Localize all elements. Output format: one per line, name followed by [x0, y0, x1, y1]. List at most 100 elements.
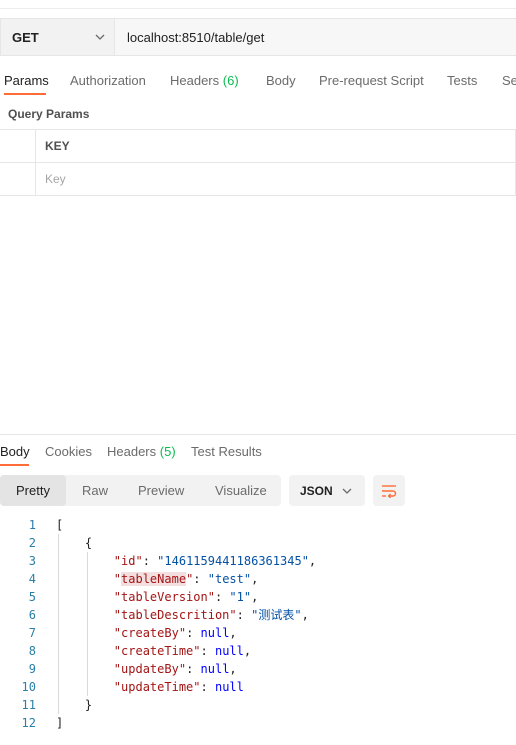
row-checkbox[interactable]: [0, 163, 36, 195]
method-label: GET: [12, 29, 39, 45]
code-text: "tableDescrition": "测试表",: [113, 608, 309, 622]
line-number: 5: [28, 590, 36, 604]
code-text: "createBy": null,: [113, 626, 237, 640]
tab-headers[interactable]: Headers (6): [170, 73, 239, 88]
headers-count: (6): [222, 73, 239, 88]
line-number: 9: [28, 662, 36, 676]
json-key: tableVersion: [121, 590, 208, 604]
param-key-input[interactable]: Key: [36, 163, 516, 195]
line-number: 10: [21, 680, 36, 694]
code-text: "tableName": "test",: [113, 572, 259, 586]
code-text: "tableVersion": "1",: [113, 590, 259, 604]
code-line: 7 "createBy": null,: [0, 624, 516, 642]
view-preview[interactable]: Preview: [138, 475, 184, 506]
tab-params[interactable]: Params: [4, 73, 49, 88]
json-value: null: [214, 680, 244, 694]
json-key: createBy: [121, 626, 179, 640]
tab-body[interactable]: Body: [266, 73, 296, 88]
response-tab-headers[interactable]: Headers (5): [107, 444, 176, 459]
params-table: KEY Key: [0, 129, 516, 196]
response-tab-headers-label: Headers: [107, 444, 157, 459]
response-toolbar: Pretty Raw Preview Visualize JSON: [0, 475, 516, 507]
response-tab-body[interactable]: Body: [0, 444, 30, 459]
line-number: 7: [28, 626, 36, 640]
chevron-down-icon: [95, 34, 105, 40]
chevron-down-icon: [342, 488, 352, 494]
json-key: id: [121, 554, 136, 568]
json-value: null: [214, 644, 244, 658]
view-raw[interactable]: Raw: [82, 475, 108, 506]
code-text: "id": "1461159441186361345",: [113, 554, 317, 568]
column-header-key: KEY: [36, 130, 516, 162]
line-number: 12: [21, 716, 36, 730]
json-value: 1: [236, 590, 244, 604]
code-line: 6 "tableDescrition": "测试表",: [0, 606, 516, 624]
code-text: "updateBy": null,: [113, 662, 237, 676]
line-number: 4: [28, 572, 36, 586]
line-number: 1: [28, 518, 36, 532]
line-number: 8: [28, 644, 36, 658]
code-line: 1 [: [0, 516, 516, 534]
code-text: {: [56, 534, 92, 552]
request-tabs: Params Authorization Headers (6) Body Pr…: [0, 66, 516, 96]
json-value: null: [200, 626, 230, 640]
code-line: 4 "tableName": "test",: [0, 570, 516, 588]
view-pretty[interactable]: Pretty: [0, 475, 66, 506]
active-response-tab-indicator: [0, 464, 29, 466]
code-text: }: [56, 696, 92, 714]
params-row: Key: [0, 163, 516, 196]
tab-pre-request-script[interactable]: Pre-request Script: [319, 73, 424, 88]
view-visualize[interactable]: Visualize: [215, 475, 267, 506]
code-line: 2 {: [0, 534, 516, 552]
close-brace: }: [84, 698, 93, 712]
format-label: JSON: [300, 483, 333, 498]
code-text: ]: [56, 716, 64, 730]
json-value: null: [200, 662, 230, 676]
tab-tests[interactable]: Tests: [447, 73, 477, 88]
line-number: 6: [28, 608, 36, 622]
url-input[interactable]: localhost:8510/table/get: [114, 18, 516, 56]
json-key: tableName: [121, 572, 187, 586]
json-value: 1461159441186361345: [164, 554, 302, 568]
code-line: 9 "updateBy": null,: [0, 660, 516, 678]
code-text: "createTime": null,: [113, 644, 252, 658]
code-text: [: [56, 518, 64, 532]
response-tab-test-results[interactable]: Test Results: [191, 444, 262, 459]
code-line: 3 "id": "1461159441186361345",: [0, 552, 516, 570]
line-number: 11: [21, 698, 36, 712]
json-value: test: [214, 572, 244, 586]
view-mode-switch: Pretty Raw Preview Visualize: [0, 475, 281, 506]
active-tab-indicator: [4, 93, 46, 95]
request-url-bar: GET localhost:8510/table/get: [0, 18, 516, 56]
response-tab-cookies[interactable]: Cookies: [45, 444, 92, 459]
response-divider[interactable]: [0, 434, 516, 435]
top-divider: [0, 8, 516, 9]
wrap-lines-button[interactable]: [373, 475, 405, 506]
json-key: tableDescrition: [121, 608, 230, 622]
params-header-row: KEY: [0, 130, 516, 163]
code-text: "updateTime": null: [113, 680, 244, 694]
query-params-title: Query Params: [8, 107, 90, 121]
format-select[interactable]: JSON: [289, 475, 365, 506]
json-key: updateBy: [121, 662, 179, 676]
response-body-viewer[interactable]: 1 [ 2 { 3 "id": "1461159441186361345", 4…: [0, 516, 516, 732]
json-key: createTime: [121, 644, 194, 658]
response-headers-count: (5): [159, 444, 176, 459]
tab-headers-label: Headers: [170, 73, 220, 88]
line-number: 2: [28, 536, 36, 550]
open-brace: {: [84, 536, 93, 550]
tab-settings[interactable]: Se: [502, 73, 516, 88]
code-line: 12 ]: [0, 714, 516, 732]
method-select[interactable]: GET: [0, 18, 114, 56]
tab-authorization[interactable]: Authorization: [70, 73, 146, 88]
code-line: 11 }: [0, 696, 516, 714]
wrap-lines-icon: [382, 484, 397, 498]
line-number: 3: [28, 554, 36, 568]
json-value: 测试表: [258, 608, 295, 622]
json-key: updateTime: [121, 680, 194, 694]
code-line: 10 "updateTime": null: [0, 678, 516, 696]
response-tabs: Body Cookies Headers (5) Test Results: [0, 436, 516, 466]
code-line: 5 "tableVersion": "1",: [0, 588, 516, 606]
code-line: 8 "createTime": null,: [0, 642, 516, 660]
checkbox-column: [0, 130, 36, 162]
